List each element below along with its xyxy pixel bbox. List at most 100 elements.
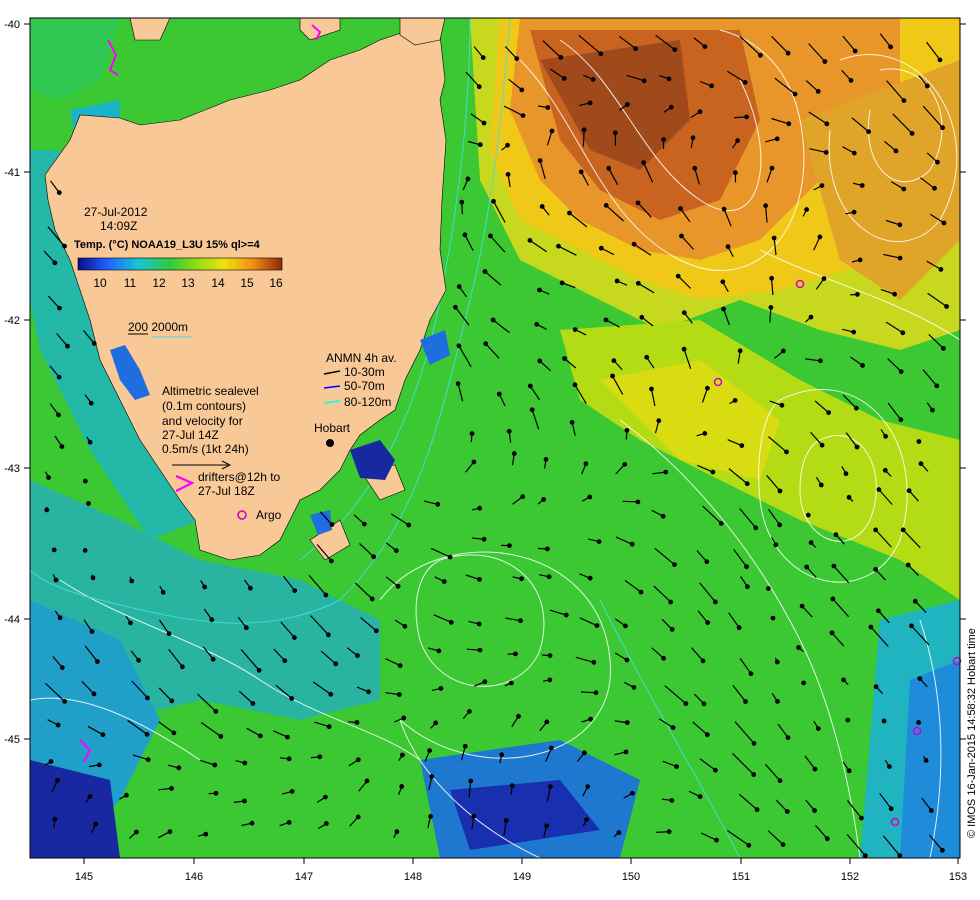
velocity-arrow-head (624, 428, 630, 433)
velocity-arrow-head (491, 198, 496, 204)
velocity-arrow-head (328, 691, 334, 697)
hobart-marker (326, 439, 334, 447)
velocity-arrow-head (481, 120, 487, 126)
velocity-arrow-head (572, 382, 578, 388)
velocity-arrow-head (859, 815, 864, 821)
velocity-arrow-head (938, 267, 944, 272)
velocity-arrow-head (873, 527, 878, 533)
velocity-arrow-head (505, 171, 511, 177)
velocity-arrow-head (397, 663, 403, 668)
velocity-arrow-head (243, 625, 249, 631)
hobart-label: Hobart (314, 421, 351, 435)
velocity-arrow-head (210, 656, 216, 662)
velocity-arrow-head (876, 487, 882, 493)
velocity-arrow-head (758, 52, 763, 58)
velocity-arrow-head (898, 417, 904, 423)
velocity-arrow-head (399, 784, 405, 789)
velocity-arrow-head (932, 185, 937, 191)
velocity-arrow-head (912, 598, 918, 604)
velocity-arrow-head (882, 467, 888, 473)
velocity-arrow-head (56, 190, 62, 196)
velocity-arrow-head (354, 720, 360, 725)
altimetry-line: 27-Jul 14Z (162, 428, 219, 442)
velocity-arrow-head (786, 121, 792, 127)
velocity-arrow-head (537, 358, 543, 364)
velocity-arrow-head (51, 547, 57, 553)
y-tick-label: -45 (4, 734, 20, 746)
velocity-arrow-head (171, 730, 177, 736)
velocity-arrow-head (249, 820, 255, 826)
velocity-arrow-head (91, 691, 97, 697)
velocity-arrow-head (725, 244, 731, 250)
velocity-arrow-head (590, 76, 596, 82)
velocity-arrow-head (129, 578, 135, 584)
velocity-arrow-head (779, 402, 785, 408)
velocity-arrow-head (548, 784, 553, 789)
velocity-arrow-head (713, 767, 718, 773)
velocity-arrow-head (808, 540, 814, 545)
velocity-arrow-head (598, 245, 604, 251)
velocity-arrow-head (477, 647, 483, 653)
velocity-arrow-head (660, 513, 666, 519)
altimetry-line: (0.1m contours) (162, 399, 246, 413)
velocity-arrow-head (792, 91, 798, 97)
altimetry-line: Altimetric sealevel (162, 384, 259, 398)
velocity-arrow-head (562, 356, 567, 361)
velocity-arrow-head (656, 418, 662, 424)
velocity-arrow-head (558, 55, 564, 60)
velocity-arrow-head (539, 204, 545, 209)
drifters-legend-line: 27-Jul 18Z (198, 484, 255, 498)
velocity-arrow-head (918, 461, 924, 467)
velocity-arrow-head (55, 778, 60, 783)
velocity-arrow-head (718, 521, 724, 526)
velocity-arrow-head (462, 743, 468, 749)
velocity-arrow-head (326, 632, 331, 638)
velocity-arrow-head (826, 410, 831, 416)
credit-text: © IMOS 16-Jan-2015 14:58:32 Hobart time (966, 628, 978, 838)
velocity-arrow-head (675, 273, 681, 279)
velocity-arrow-head (46, 475, 51, 480)
velocity-arrow-head (679, 233, 684, 239)
velocity-arrow-head (629, 541, 635, 547)
x-tick-label: 153 (949, 871, 967, 883)
velocity-arrow-head (355, 757, 361, 763)
velocity-arrow-head (744, 481, 750, 487)
velocity-arrow-head (672, 47, 678, 53)
velocity-arrow-head (843, 471, 849, 477)
velocity-arrow-head (329, 522, 335, 527)
velocity-arrow-head (641, 78, 647, 84)
velocity-arrow-head (598, 51, 604, 57)
velocity-arrow-head (854, 444, 860, 450)
velocity-arrow-head (883, 433, 888, 439)
velocity-arrow-head (433, 720, 439, 726)
velocity-arrow-head (179, 664, 185, 670)
velocity-arrow-head (906, 488, 912, 494)
velocity-arrow-head (720, 279, 726, 285)
velocity-arrow-head (91, 341, 97, 346)
velocity-arrow-head (780, 842, 786, 847)
velocity-arrow-head (513, 651, 518, 657)
velocity-arrow-head (744, 564, 749, 570)
velocity-arrow-head (736, 625, 742, 631)
velocity-arrow-head (587, 575, 593, 581)
velocity-arrow-head (940, 125, 945, 131)
velocity-arrow-head (543, 457, 549, 462)
velocity-arrow-head (751, 741, 757, 746)
velocity-arrow-head (721, 206, 727, 212)
velocity-arrow-head (873, 567, 878, 572)
y-tick-label: -40 (4, 19, 20, 31)
velocity-arrow-head (511, 451, 517, 456)
velocity-arrow-head (944, 304, 949, 309)
velocity-arrow-head (333, 661, 339, 667)
velocity-arrow-head (796, 645, 801, 650)
velocity-arrow-head (429, 774, 435, 779)
y-tick-label: -44 (4, 614, 20, 626)
velocity-arrow-head (900, 527, 906, 533)
colorbar-tick: 15 (240, 276, 254, 290)
velocity-arrow-head (801, 680, 806, 686)
velocity-arrow-head (781, 348, 786, 354)
velocity-arrow-head (534, 321, 540, 327)
velocity-arrow-head (544, 823, 549, 829)
velocity-arrow-head (765, 586, 771, 591)
velocity-arrow-head (748, 671, 754, 677)
